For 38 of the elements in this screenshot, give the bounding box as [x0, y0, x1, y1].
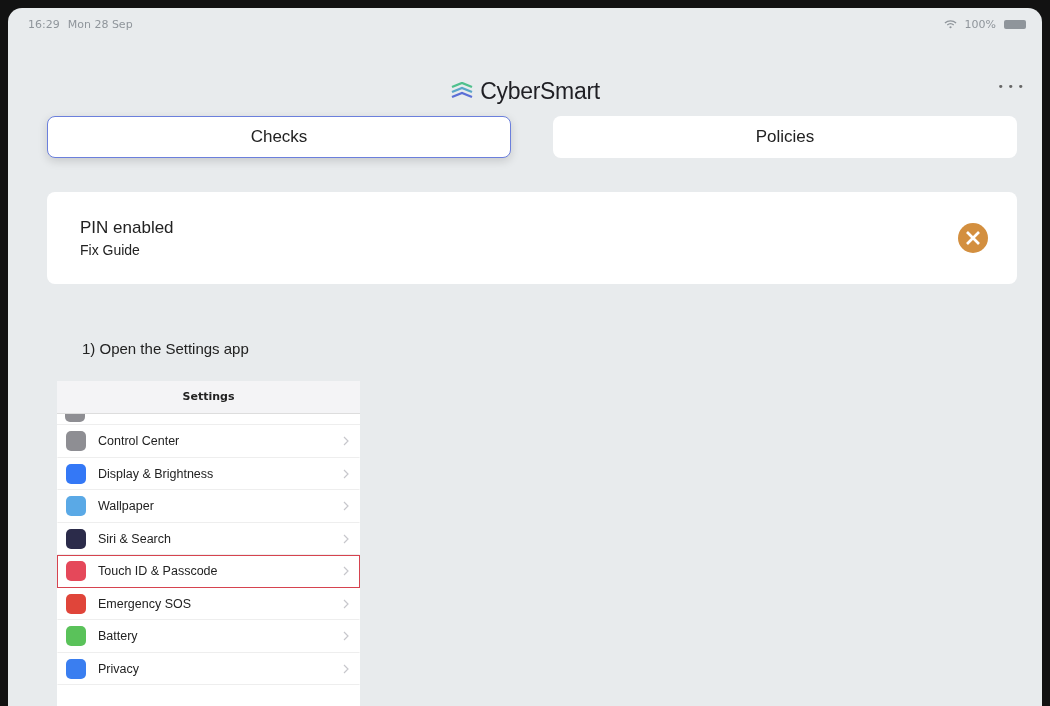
app-icon: [66, 431, 86, 452]
settings-row[interactable]: Wallpaper: [57, 490, 360, 523]
wifi-icon: [943, 19, 957, 29]
settings-title: Settings: [57, 381, 360, 414]
chevron-icon: [343, 436, 349, 447]
status-date: Mon 28 Sep: [67, 17, 133, 31]
app-icon: [66, 463, 86, 484]
settings-row[interactable]: Privacy: [57, 652, 360, 685]
fix-guide-link[interactable]: Fix Guide: [80, 242, 174, 258]
chevron-icon: [343, 631, 349, 642]
chevron-icon: [343, 598, 349, 609]
status-time: 16:29: [28, 17, 60, 31]
settings-row[interactable]: Emergency SOS: [57, 587, 360, 620]
settings-row[interactable]: Control Center: [57, 425, 360, 458]
app-icon: [66, 593, 86, 614]
layers-icon: [450, 82, 475, 100]
app-icon: [66, 496, 86, 517]
app-icon: [66, 561, 86, 582]
chevron-icon: [343, 566, 349, 577]
app-icon: [66, 528, 86, 549]
settings-row[interactable]: Battery: [57, 620, 360, 653]
chevron-icon: [343, 468, 349, 479]
step-text: 1) Open the Settings app: [82, 340, 250, 357]
settings-row[interactable]: Display & Brightness: [57, 457, 360, 490]
app-icon: [66, 626, 86, 647]
app-icon: [66, 658, 86, 679]
tab[interactable]: Policies: [553, 116, 1017, 158]
app-title: CyberSmart: [480, 77, 600, 105]
chevron-icon: [343, 501, 349, 512]
settings-row[interactable]: Siri & Search: [57, 522, 360, 555]
chevron-icon: [343, 663, 349, 674]
battery-percent: 100%: [964, 17, 996, 31]
tab[interactable]: Checks: [47, 116, 511, 158]
battery-icon: [1004, 19, 1026, 29]
highlighted-settings-row[interactable]: Touch ID & Passcode: [57, 555, 360, 588]
check-title: PIN enabled: [80, 218, 174, 238]
chevron-icon: [343, 533, 349, 544]
more-button[interactable]: • • •: [997, 80, 1024, 93]
